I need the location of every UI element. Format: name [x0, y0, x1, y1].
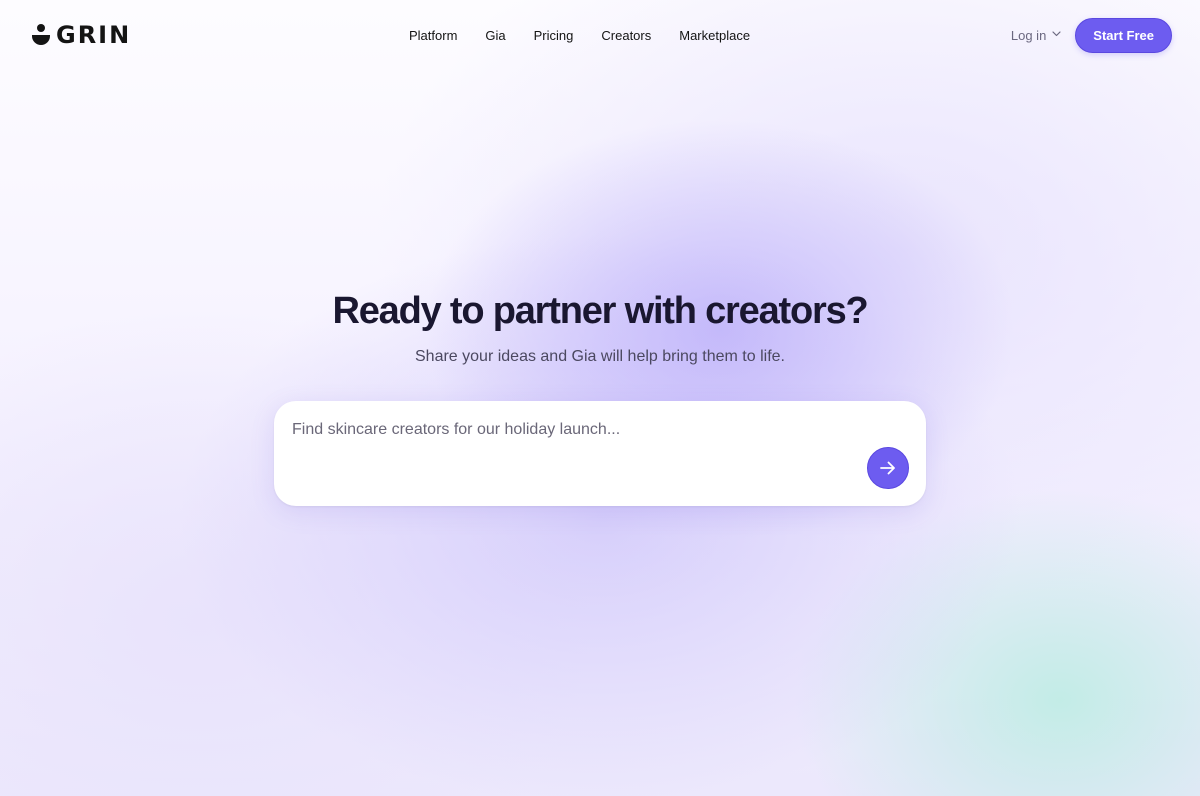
prompt-box — [274, 401, 926, 506]
prompt-input[interactable] — [292, 421, 852, 439]
start-free-button[interactable]: Start Free — [1075, 17, 1172, 53]
nav-marketplace[interactable]: Marketplace — [679, 28, 750, 43]
send-button[interactable] — [867, 447, 909, 489]
nav-pricing[interactable]: Pricing — [534, 28, 574, 43]
site-header: GRIN Platform Gia Pricing Creators Marke… — [0, 0, 1200, 70]
hero-background — [0, 0, 1200, 796]
nav-creators[interactable]: Creators — [601, 28, 651, 43]
nav-gia[interactable]: Gia — [485, 28, 505, 43]
nav-platform[interactable]: Platform — [409, 28, 457, 43]
grin-smile-icon — [32, 24, 50, 46]
logo-text: GRIN — [56, 21, 132, 49]
hero-section: Ready to partner with creators? Share yo… — [0, 286, 1200, 366]
grin-logo[interactable]: GRIN — [32, 21, 192, 49]
hero-title: Ready to partner with creators? — [332, 290, 868, 332]
login-label: Log in — [1010, 27, 1047, 43]
header-actions: Log in Start Free — [1011, 0, 1172, 70]
chevron-down-icon — [1052, 31, 1061, 37]
hero-subtitle: Share your ideas and Gia will help bring… — [415, 348, 785, 365]
main-nav: Platform Gia Pricing Creators Marketplac… — [409, 0, 750, 70]
arrow-right-icon — [880, 461, 895, 475]
login-dropdown[interactable]: Log in — [1011, 28, 1061, 43]
